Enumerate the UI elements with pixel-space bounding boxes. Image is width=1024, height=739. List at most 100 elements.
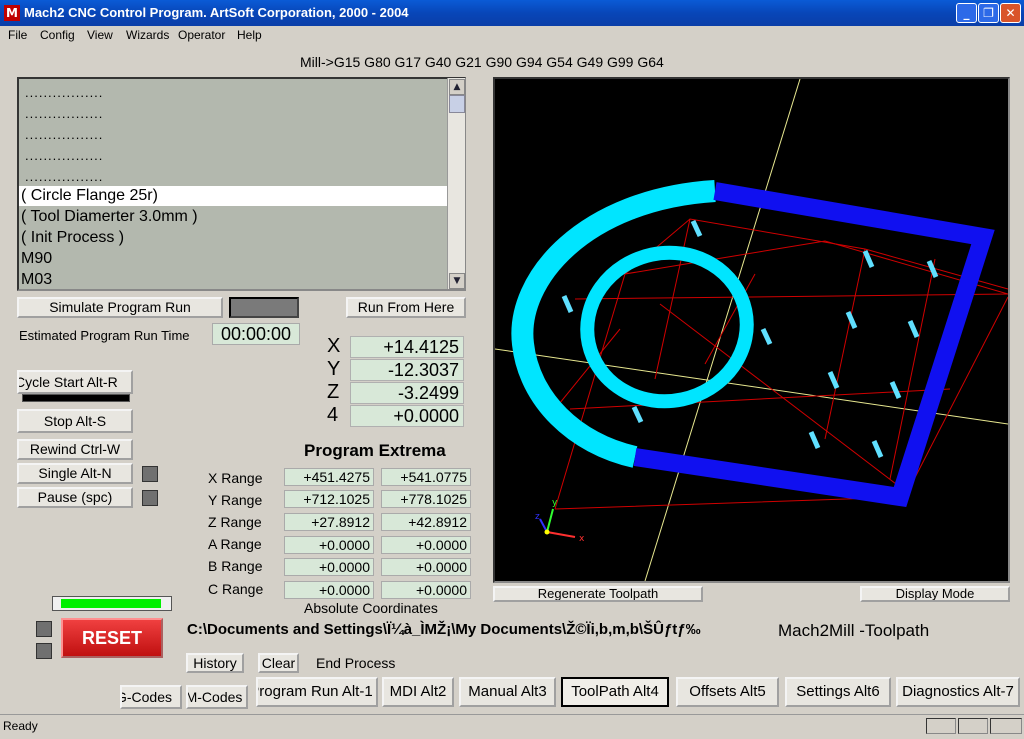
- extrema-min: +0.0000: [284, 558, 374, 576]
- cycle-start-button[interactable]: Cycle Start Alt-R: [17, 370, 133, 394]
- close-icon[interactable]: ✕: [1000, 3, 1021, 23]
- extrema-min: +0.0000: [284, 581, 374, 599]
- tab-diagnostics[interactable]: Diagnostics Alt-7: [896, 677, 1020, 707]
- dro-y-value[interactable]: -12.3037: [350, 359, 464, 381]
- cycle-start-indicator: [22, 394, 130, 402]
- gcode-line: ( Tool Diamerter 3.0mm ): [21, 208, 198, 225]
- menu-config[interactable]: Config: [40, 28, 75, 42]
- tab-settings[interactable]: Settings Alt6: [785, 677, 891, 707]
- minimize-icon[interactable]: _: [956, 3, 977, 23]
- gcode-line: M03: [21, 271, 53, 288]
- active-modal-codes: Mill->G15 G80 G17 G40 G21 G90 G94 G54 G4…: [300, 54, 664, 70]
- svg-text:z: z: [535, 512, 540, 522]
- gcode-line: ( Circle Flange 25r): [21, 187, 158, 204]
- tab-offsets[interactable]: Offsets Alt5: [676, 677, 779, 707]
- dro-axis-label: X: [327, 335, 341, 357]
- history-button[interactable]: History: [186, 653, 244, 673]
- extrema-max: +0.0000: [381, 558, 471, 576]
- tab-mdi[interactable]: MDI Alt2: [382, 677, 454, 707]
- pause-button[interactable]: Pause (spc): [17, 487, 133, 508]
- extrema-title: Program Extrema: [304, 441, 446, 460]
- menu-file[interactable]: File: [8, 28, 27, 42]
- restore-icon[interactable]: ❐: [978, 3, 999, 23]
- reset-indicator-led: [36, 621, 52, 637]
- simulate-progress-bar: [229, 297, 299, 318]
- extrema-label: Z Range: [208, 514, 262, 530]
- tab-manual[interactable]: Manual Alt3: [459, 677, 556, 707]
- simulate-program-run-button[interactable]: Simulate Program Run: [17, 297, 223, 318]
- reset-button[interactable]: RESET: [61, 618, 163, 658]
- extrema-min: +27.8912: [284, 513, 374, 531]
- reset-led-frame: [52, 596, 172, 611]
- menu-help[interactable]: Help: [237, 28, 262, 42]
- extrema-min: +451.4275: [284, 468, 374, 486]
- clear-button[interactable]: Clear: [258, 653, 299, 673]
- single-step-button[interactable]: Single Alt-N: [17, 463, 133, 484]
- extrema-max: +541.0775: [381, 468, 471, 486]
- tab-program-run[interactable]: Program Run Alt-1: [256, 677, 378, 707]
- app-icon: M: [4, 5, 20, 21]
- gcode-dots: .................: [25, 169, 104, 184]
- window-title: Mach2 CNC Control Program. ArtSoft Corpo…: [24, 5, 409, 20]
- run-time-label: Estimated Program Run Time: [19, 328, 190, 343]
- extrema-max: +0.0000: [381, 581, 471, 599]
- menu-wizards[interactable]: Wizards: [126, 28, 169, 42]
- display-mode-button[interactable]: Display Mode: [860, 586, 1010, 602]
- toolpath-drawing: x y z: [494, 78, 1009, 582]
- run-time-value: 00:00:00: [212, 323, 300, 345]
- dro-axis-label: Y: [327, 358, 341, 380]
- status-pane: [990, 718, 1022, 734]
- status-message: End Process: [316, 655, 396, 671]
- extrema-label: C Range: [208, 581, 264, 597]
- run-from-here-button[interactable]: Run From Here: [346, 297, 466, 318]
- gcode-dots: .................: [25, 148, 104, 163]
- menu-operator[interactable]: Operator: [178, 28, 225, 42]
- extrema-label: A Range: [208, 536, 262, 552]
- extrema-max: +778.1025: [381, 490, 471, 508]
- dro-z-value[interactable]: -3.2499: [350, 382, 464, 404]
- single-step-led: [142, 466, 158, 482]
- extrema-label: B Range: [208, 558, 263, 574]
- menu-view[interactable]: View: [87, 28, 113, 42]
- dro-axis-label: 4: [327, 404, 339, 426]
- absolute-coordinates-label: Absolute Coordinates: [304, 600, 438, 616]
- gcode-line: ( Init Process ): [21, 229, 125, 246]
- reset-status-led: [61, 599, 161, 608]
- dro-axis-label: Z: [327, 381, 340, 403]
- tab-m-codes[interactable]: M-Codes: [186, 685, 248, 709]
- scroll-down-icon[interactable]: ▼: [449, 273, 465, 289]
- gcode-listing[interactable]: ................. ................. ....…: [17, 77, 466, 291]
- regenerate-toolpath-button[interactable]: Regenerate Toolpath: [493, 586, 703, 602]
- gcode-dots: .................: [25, 106, 104, 121]
- toolpath-view[interactable]: x y z: [493, 77, 1010, 583]
- tab-g-codes[interactable]: G-Codes: [120, 685, 182, 709]
- dro-4-value[interactable]: +0.0000: [350, 405, 464, 427]
- scroll-up-icon[interactable]: ▲: [449, 79, 465, 95]
- svg-text:y: y: [552, 498, 558, 508]
- rewind-button[interactable]: Rewind Ctrl-W: [17, 439, 133, 460]
- menu-bar: File Config View Wizards Operator Help: [0, 26, 1024, 46]
- gcode-scrollbar[interactable]: ▲ ▼: [447, 78, 465, 289]
- scroll-thumb[interactable]: [449, 95, 465, 113]
- gcode-line: M90: [21, 250, 53, 267]
- status-pane: [926, 718, 956, 734]
- extrema-min: +0.0000: [284, 536, 374, 554]
- extrema-min: +712.1025: [284, 490, 374, 508]
- title-bar[interactable]: M Mach2 CNC Control Program. ArtSoft Cor…: [0, 0, 1024, 26]
- extrema-max: +42.8912: [381, 513, 471, 531]
- svg-text:x: x: [579, 534, 585, 544]
- loaded-file-path: C:\Documents and Settings\Ï¼à_ÌMŽ¡\My Do…: [187, 621, 701, 638]
- extrema-max: +0.0000: [381, 536, 471, 554]
- tab-toolpath[interactable]: ToolPath Alt4: [561, 677, 669, 707]
- stop-button[interactable]: Stop Alt-S: [17, 409, 133, 433]
- extrema-label: X Range: [208, 470, 263, 486]
- gcode-dots: .................: [25, 85, 104, 100]
- extrema-label: Y Range: [208, 492, 263, 508]
- app-profile-name: Mach2Mill -Toolpath: [778, 621, 930, 640]
- status-bar: Ready: [0, 714, 1024, 739]
- dro-x-value[interactable]: +14.4125: [350, 336, 464, 358]
- pause-led: [142, 490, 158, 506]
- status-pane: [958, 718, 988, 734]
- reset-indicator-led: [36, 643, 52, 659]
- status-bar-text: Ready: [3, 719, 38, 733]
